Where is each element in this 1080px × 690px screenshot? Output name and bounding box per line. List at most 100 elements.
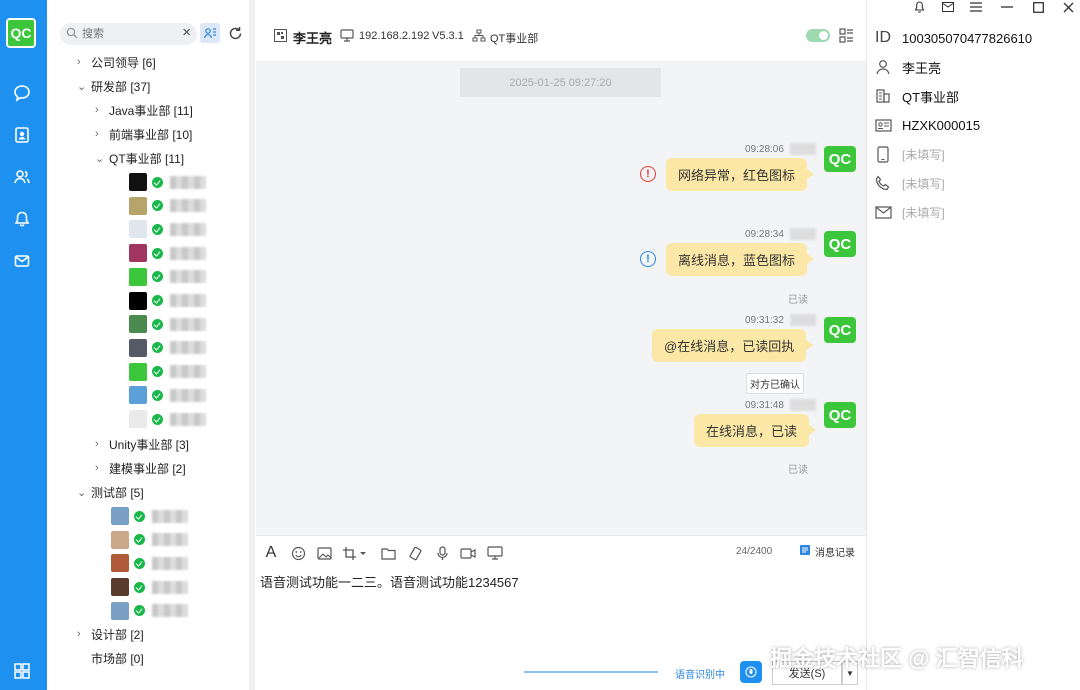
online-status-icon — [134, 534, 145, 546]
tree-node-market[interactable]: 市场部 [0] — [91, 648, 144, 668]
bell-icon[interactable] — [11, 208, 33, 230]
message-history-button[interactable]: 消息记录 — [799, 544, 855, 559]
tree-node-design[interactable]: › 设计部 [2] — [77, 624, 144, 644]
tree-node-rnd[interactable]: ⌄ 研发部 [37] — [77, 76, 150, 96]
member-name-blurred — [170, 388, 206, 402]
contacts-scrollbar[interactable] — [249, 0, 255, 690]
refresh-icon[interactable] — [225, 23, 245, 43]
profile-code-row: HZXK000015 — [873, 114, 980, 136]
profile-toggle[interactable] — [806, 29, 830, 42]
tree-node-modeling[interactable]: › 建模事业部 [2] — [95, 458, 186, 478]
member-name-blurred — [152, 580, 188, 594]
qr-icon[interactable] — [274, 29, 287, 45]
contact-name: 李王亮 — [293, 31, 333, 46]
maximize-icon[interactable] — [1031, 0, 1045, 14]
time-separator: 2025-01-25 09:27:20 — [460, 68, 661, 97]
member-row[interactable] — [129, 219, 206, 239]
member-row[interactable] — [129, 362, 206, 382]
screenshot-icon[interactable] — [341, 544, 367, 562]
screen-share-icon[interactable] — [486, 544, 504, 562]
message-input[interactable]: 语音测试功能一二三。语音测试功能1234567 — [260, 572, 850, 591]
member-row[interactable] — [129, 267, 206, 287]
menu-icon[interactable] — [969, 0, 983, 14]
confirm-receipt-badge[interactable]: 对方已确认 — [746, 373, 804, 394]
avatar[interactable]: QC — [824, 146, 856, 172]
read-receipt: 已读 — [788, 295, 808, 306]
member-row[interactable] — [129, 291, 206, 311]
tree-node-frontend[interactable]: › 前端事业部 [10] — [95, 124, 192, 144]
minimize-icon[interactable] — [1000, 0, 1014, 14]
contacts-icon[interactable] — [11, 124, 33, 146]
mail-icon[interactable] — [11, 250, 33, 272]
message-bubble[interactable]: @在线消息，已读回执 — [652, 329, 814, 362]
folder-icon[interactable] — [379, 544, 397, 562]
notification-icon[interactable] — [912, 0, 926, 14]
voice-recognition-button[interactable] — [740, 661, 762, 683]
member-name-blurred — [152, 533, 188, 547]
error-status-icon[interactable]: ! — [640, 166, 656, 182]
avatar[interactable]: QC — [824, 317, 856, 343]
member-row[interactable] — [111, 601, 188, 621]
tree-node-label: 测试部 [5] — [91, 485, 144, 500]
online-status-icon — [152, 342, 163, 354]
member-name-blurred — [170, 341, 206, 355]
microphone-icon[interactable] — [433, 544, 451, 562]
profile-mobile-row: [未填写] — [873, 143, 945, 165]
member-row[interactable] — [129, 243, 206, 263]
profile-id: 100305070477826610 — [902, 30, 1033, 46]
message-time: 09:31:32 — [745, 315, 784, 326]
member-row[interactable] — [129, 196, 206, 216]
tree-node-unity[interactable]: › Unity事业部 [3] — [95, 434, 189, 454]
tree-node-company-leaders[interactable]: › 公司领导 [6] — [77, 52, 156, 72]
avatar[interactable]: QC — [824, 231, 856, 257]
close-icon[interactable] — [1061, 0, 1075, 14]
message-bubble[interactable]: 离线消息，蓝色图标 — [666, 243, 815, 276]
font-icon[interactable]: A — [262, 544, 280, 562]
group-icon[interactable] — [11, 166, 33, 188]
list-view-icon[interactable] — [839, 28, 854, 46]
member-row[interactable] — [129, 338, 206, 358]
tree-node-label: 设计部 [2] — [91, 627, 144, 642]
member-name-blurred — [170, 246, 206, 260]
online-status-icon — [152, 413, 163, 425]
chat-area: 李王亮 192.168.2.192 V5.3.1 QT事业部 2025-01-2… — [256, 0, 866, 690]
avatar[interactable]: QC — [824, 402, 856, 428]
emoji-icon[interactable] — [289, 544, 307, 562]
member-row[interactable] — [111, 506, 188, 526]
message-bubble[interactable]: 网络异常，红色图标 — [666, 158, 815, 191]
image-icon[interactable] — [315, 544, 333, 562]
member-row[interactable] — [129, 385, 206, 405]
message-box-icon[interactable] — [941, 0, 955, 14]
avatar — [111, 507, 129, 525]
message-bubble[interactable]: 在线消息，已读 — [694, 414, 817, 447]
sender-name-blurred — [790, 143, 816, 155]
member-name-blurred — [152, 509, 188, 523]
clear-search-icon[interactable]: × — [182, 24, 191, 41]
tree-node-java[interactable]: › Java事业部 [11] — [95, 100, 193, 120]
offline-status-icon[interactable]: ! — [640, 251, 656, 267]
grid-icon[interactable] — [11, 660, 33, 682]
member-name-blurred — [170, 317, 206, 331]
member-row[interactable] — [111, 553, 188, 573]
message-time: 09:31:48 — [745, 400, 784, 411]
tree-node-qt[interactable]: ⌄ QT事业部 [11] — [95, 148, 184, 168]
member-row[interactable] — [129, 172, 206, 192]
search-input[interactable] — [82, 26, 172, 42]
profile-phone: [未填写] — [902, 176, 945, 191]
tree-node-testing[interactable]: ⌄ 测试部 [5] — [77, 482, 144, 502]
char-counter: 24/2400 — [736, 546, 773, 557]
chat-icon[interactable] — [11, 82, 33, 104]
member-row[interactable] — [129, 409, 206, 429]
online-status-icon — [152, 200, 163, 212]
member-row[interactable] — [129, 314, 206, 334]
avatar — [129, 267, 147, 286]
video-call-icon[interactable] — [459, 544, 477, 562]
id-icon: ID — [875, 29, 891, 46]
shake-icon[interactable] — [406, 544, 424, 562]
member-row[interactable] — [111, 530, 188, 550]
chat-header: 李王亮 192.168.2.192 V5.3.1 QT事业部 — [256, 0, 866, 62]
member-name-blurred — [170, 175, 206, 189]
profile-code: HZXK000015 — [902, 117, 981, 133]
member-row[interactable] — [111, 577, 188, 597]
org-view-button[interactable] — [200, 23, 220, 43]
